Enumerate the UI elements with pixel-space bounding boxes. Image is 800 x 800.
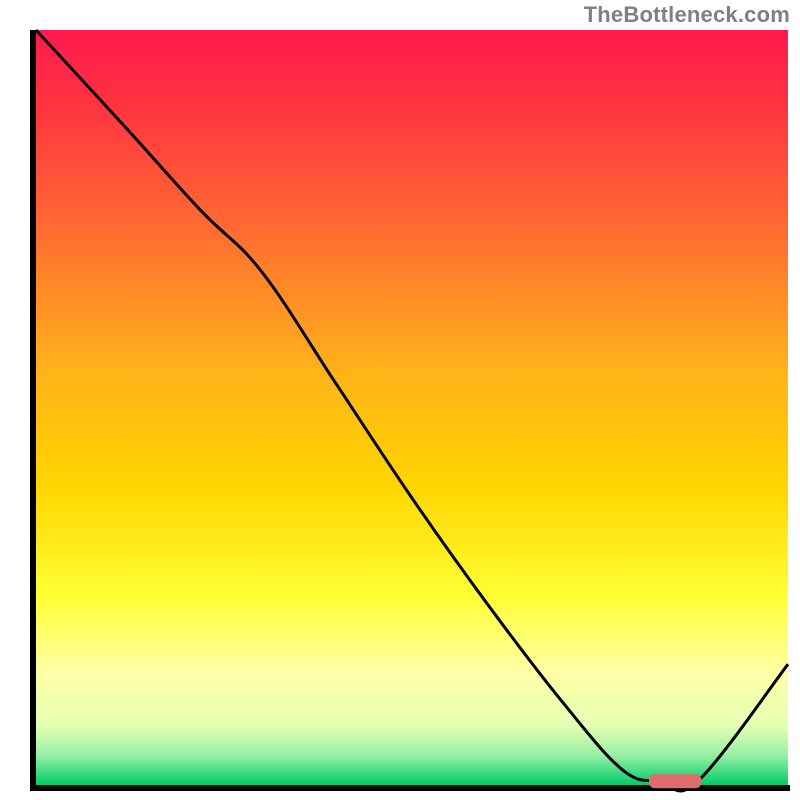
- chart-svg: [0, 0, 800, 800]
- optimal-band-marker: [649, 774, 702, 788]
- plot-background: [36, 30, 788, 785]
- chart-container: TheBottleneck.com: [0, 0, 800, 800]
- y-axis: [30, 30, 36, 790]
